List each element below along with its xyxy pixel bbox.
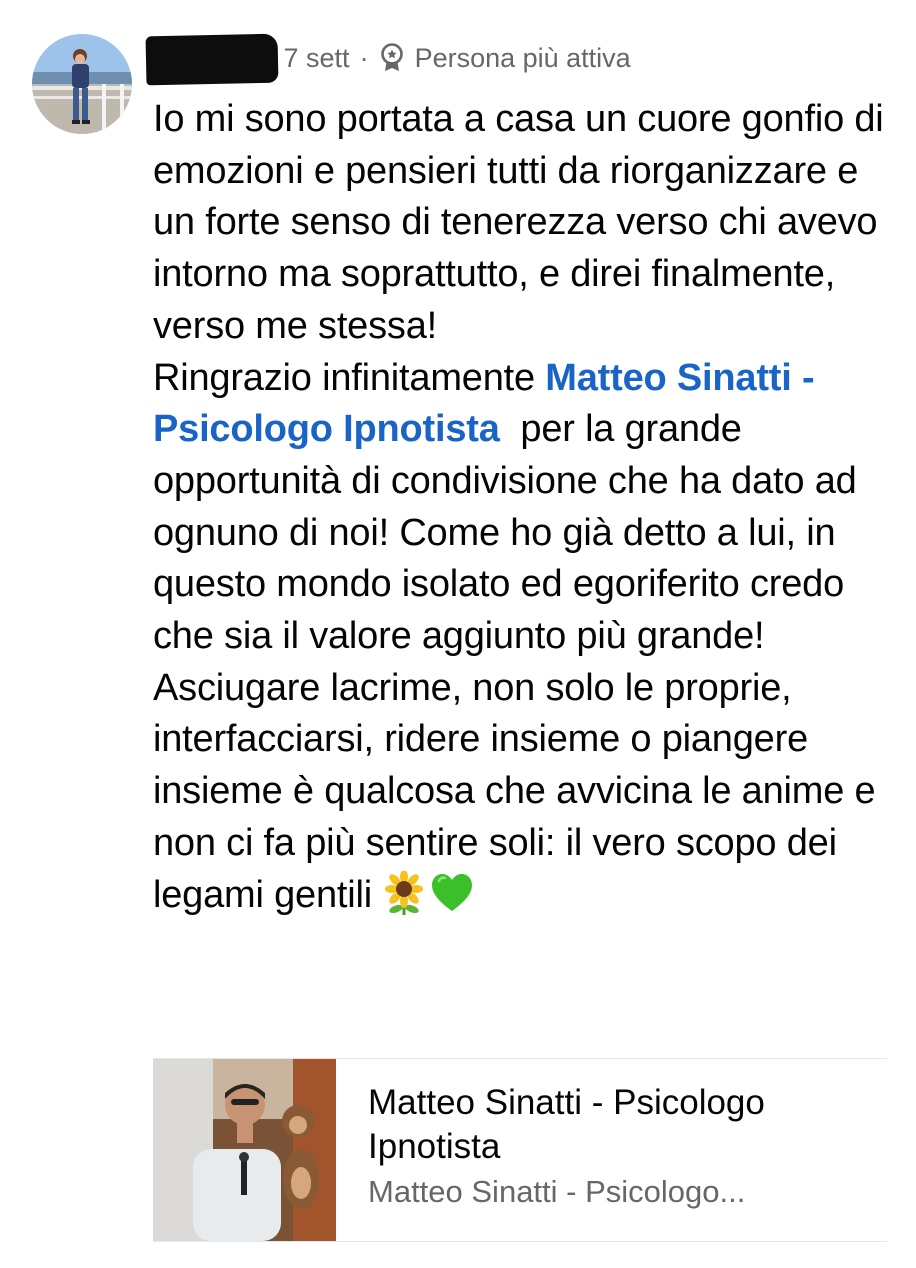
name-redaction-mark [145,33,279,85]
avatar-photo [32,34,132,134]
link-preview-thumbnail [153,1059,336,1241]
closing-text: Asciugare lacrime, non solo le proprie, … [153,666,876,916]
green-heart-emoji [430,871,474,915]
author-name[interactable]: rapighani [145,33,279,85]
top-fan-badge-icon [379,43,405,73]
comment-header: rapighani 7 sett · Persona più attiva [145,33,631,85]
link-preview-info: Matteo Sinatti - Psicologo Ipnotista Mat… [336,1059,887,1241]
link-preview-title[interactable]: Matteo Sinatti - Psicologo Ipnotista [368,1081,887,1169]
author-avatar[interactable] [32,34,132,134]
thanks-text-before: Ringrazio infinitamente [153,356,546,399]
badge-label: Persona più attiva [414,42,631,73]
comment-body: Io mi sono portata a casa un cuore gonfi… [153,94,893,921]
comment-paragraph-intro: Io mi sono portata a casa un cuore gonfi… [153,98,884,347]
link-preview-card[interactable]: Matteo Sinatti - Psicologo Ipnotista Mat… [153,1058,887,1242]
comment-paragraph-thanks: Ringrazio infinitamente Matteo Sinatti -… [153,353,893,663]
link-preview-subtitle: Matteo Sinatti - Psicologo... [368,1174,746,1209]
separator-dot: · [359,42,369,73]
comment-timestamp[interactable]: 7 sett [284,43,350,74]
sunflower-emoji [382,869,426,915]
comment-paragraph-closing: Asciugare lacrime, non solo le proprie, … [153,663,893,922]
